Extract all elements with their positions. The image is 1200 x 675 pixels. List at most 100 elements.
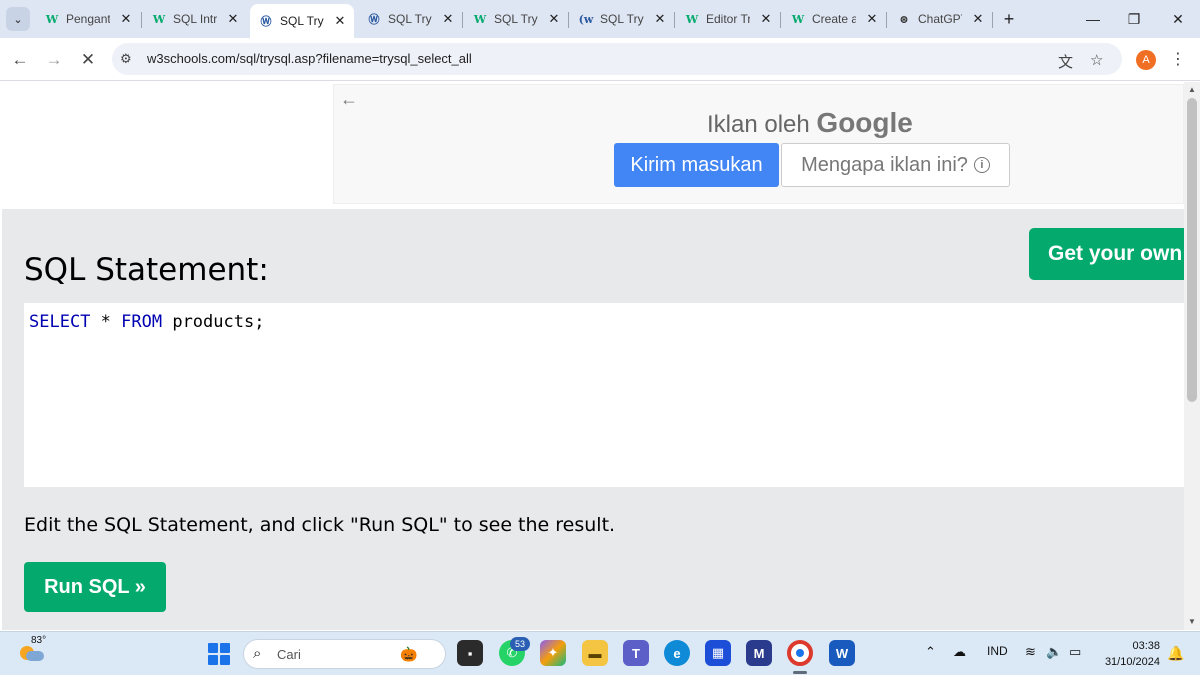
back-arrow-icon[interactable]: ← xyxy=(6,46,34,74)
site-settings-icon[interactable]: ⚙ xyxy=(120,51,132,67)
tab-pengantar[interactable]: W Pengantar ✕ xyxy=(36,4,134,34)
run-sql-button[interactable]: Run SQL » xyxy=(24,562,166,612)
sql-keyword: SELECT xyxy=(29,312,91,332)
window-close-icon[interactable]: ✕ xyxy=(1158,6,1198,32)
w3schools-tryit-icon: Ⓦ xyxy=(260,15,272,28)
close-icon[interactable]: ✕ xyxy=(652,11,668,27)
weather-widget[interactable]: 83° xyxy=(18,635,48,668)
ad-banner: ← Iklan oleh Google Kirim masukan Mengap… xyxy=(333,84,1184,204)
tab-title: SQL Tryit xyxy=(494,12,538,26)
ad-label: Iklan oleh Google xyxy=(707,107,913,139)
file-explorer-icon[interactable]: ▬ xyxy=(582,640,608,666)
word-icon[interactable]: W xyxy=(829,640,855,666)
w3schools-tryit-icon: (w xyxy=(578,12,594,26)
tab-title: SQL Intro xyxy=(173,12,217,26)
tab-sql-intro[interactable]: W SQL Intro ✕ xyxy=(143,4,241,34)
close-icon[interactable]: ✕ xyxy=(864,11,880,27)
chevron-up-icon[interactable]: ⌃ xyxy=(925,644,936,660)
tab-search-chevron-icon[interactable]: ⌄ xyxy=(6,7,30,31)
tab-title: Create a xyxy=(812,12,856,26)
w3schools-icon: W xyxy=(152,12,166,26)
vertical-scrollbar[interactable]: ▲ ▼ xyxy=(1184,82,1200,630)
teams-icon[interactable]: T xyxy=(623,640,649,666)
chrome-icon[interactable] xyxy=(787,640,813,666)
w3schools-icon: W xyxy=(685,12,699,26)
tab-sql-tryit-active[interactable]: Ⓦ SQL Tryit ✕ xyxy=(250,4,354,38)
tab-strip: ⌄ W Pengantar ✕ W SQL Intro ✕ Ⓦ SQL Tryi… xyxy=(0,0,1200,38)
close-icon[interactable]: ✕ xyxy=(970,11,986,27)
url-text[interactable]: w3schools.com/sql/trysql.asp?filename=tr… xyxy=(147,51,472,66)
tab-chatgpt[interactable]: ⊛ ChatGPT ✕ xyxy=(888,4,986,34)
tryit-panel: Get your own SQL Statement: SELECT * FRO… xyxy=(2,209,1189,630)
volume-icon[interactable]: 🔈 xyxy=(1046,644,1062,660)
tab-title: Pengantar xyxy=(66,12,110,26)
new-tab-plus-icon[interactable]: + xyxy=(998,8,1020,30)
microsoft-store-icon[interactable]: ▦ xyxy=(705,640,731,666)
minimize-icon[interactable]: — xyxy=(1073,6,1113,32)
get-your-own-button[interactable]: Get your own xyxy=(1029,228,1189,280)
battery-icon[interactable]: ▭ xyxy=(1069,644,1081,660)
more-menu-icon[interactable]: ⋮ xyxy=(1170,49,1186,69)
sql-keyword: FROM xyxy=(121,312,163,332)
tab-sql-tryit-3[interactable]: W SQL Tryit ✕ xyxy=(464,4,562,34)
sql-code[interactable]: SELECT * FROM products; xyxy=(29,312,264,332)
active-app-indicator xyxy=(793,671,807,674)
taskbar-search-box[interactable]: ⌕ Cari 🎃 xyxy=(243,639,446,669)
edge-icon[interactable]: e xyxy=(664,640,690,666)
translate-icon[interactable]: 文 xyxy=(1058,51,1073,72)
back-arrow-icon[interactable]: ← xyxy=(340,89,358,110)
google-logo: Google xyxy=(816,107,913,138)
instruction-text: Edit the SQL Statement, and click "Run S… xyxy=(24,514,616,536)
forward-arrow-icon[interactable]: → xyxy=(40,46,68,74)
system-clock[interactable]: 03:38 31/10/2024 xyxy=(1098,638,1160,670)
tab-editor-tryit[interactable]: W Editor Tryit ✕ xyxy=(676,4,774,34)
close-icon[interactable]: ✕ xyxy=(225,11,241,27)
language-indicator[interactable]: IND xyxy=(987,644,1008,658)
vpn-app-icon[interactable]: M xyxy=(746,640,772,666)
cloud-icon xyxy=(26,651,44,661)
sql-text: * xyxy=(90,312,122,332)
temperature-text: 83° xyxy=(31,635,47,646)
scroll-down-arrow-icon[interactable]: ▼ xyxy=(1188,617,1196,626)
task-view-icon[interactable]: ▪ xyxy=(457,640,483,666)
close-icon[interactable]: ✕ xyxy=(546,11,562,27)
tab-separator xyxy=(568,12,569,28)
stop-loading-icon[interactable]: ✕ xyxy=(74,46,102,74)
profile-avatar[interactable]: A xyxy=(1136,50,1156,70)
close-icon[interactable]: ✕ xyxy=(118,11,134,27)
clock-time: 03:38 xyxy=(1132,640,1160,652)
notification-bell-icon[interactable]: 🔔 xyxy=(1167,645,1184,662)
tab-sql-tryit-4[interactable]: (w SQL Tryit ✕ xyxy=(570,4,668,34)
copilot-icon[interactable]: ✦ xyxy=(540,640,566,666)
notification-badge: 53 xyxy=(510,637,530,651)
close-icon[interactable]: ✕ xyxy=(332,13,348,29)
info-icon: i xyxy=(973,157,990,173)
w3schools-icon: W xyxy=(45,12,59,26)
onedrive-cloud-icon[interactable]: ☁ xyxy=(953,644,966,660)
tab-title: SQL Tryit xyxy=(388,12,432,26)
browser-toolbar: ← → ✕ ⚙ w3schools.com/sql/trysql.asp?fil… xyxy=(0,38,1200,81)
w3schools-icon: W xyxy=(791,12,805,26)
restore-icon[interactable]: ❐ xyxy=(1114,6,1154,32)
close-icon[interactable]: ✕ xyxy=(758,11,774,27)
page-title: SQL Statement: xyxy=(24,252,269,288)
tab-separator xyxy=(462,12,463,28)
why-this-ad-button[interactable]: Mengapa iklan ini? i xyxy=(781,143,1010,187)
search-placeholder: Cari xyxy=(277,647,301,662)
bookmark-star-icon[interactable]: ☆ xyxy=(1090,51,1103,69)
scroll-thumb[interactable] xyxy=(1187,98,1197,402)
scroll-up-arrow-icon[interactable]: ▲ xyxy=(1188,85,1196,94)
search-icon: ⌕ xyxy=(253,645,262,662)
w3schools-icon: W xyxy=(473,12,487,26)
tab-title: SQL Tryit xyxy=(280,14,324,28)
sql-editor[interactable]: SELECT * FROM products; xyxy=(24,303,1184,487)
windows-start-icon[interactable] xyxy=(208,643,230,665)
tab-separator xyxy=(141,12,142,28)
close-icon[interactable]: ✕ xyxy=(440,11,456,27)
wifi-icon[interactable]: ≋ xyxy=(1025,644,1036,660)
tab-create[interactable]: W Create a ✕ xyxy=(782,4,880,34)
address-bar[interactable]: ⚙ w3schools.com/sql/trysql.asp?filename=… xyxy=(112,43,1122,75)
tab-title: SQL Tryit xyxy=(600,12,644,26)
tab-sql-tryit-2[interactable]: Ⓦ SQL Tryit ✕ xyxy=(358,4,456,34)
send-feedback-button[interactable]: Kirim masukan xyxy=(614,143,779,187)
